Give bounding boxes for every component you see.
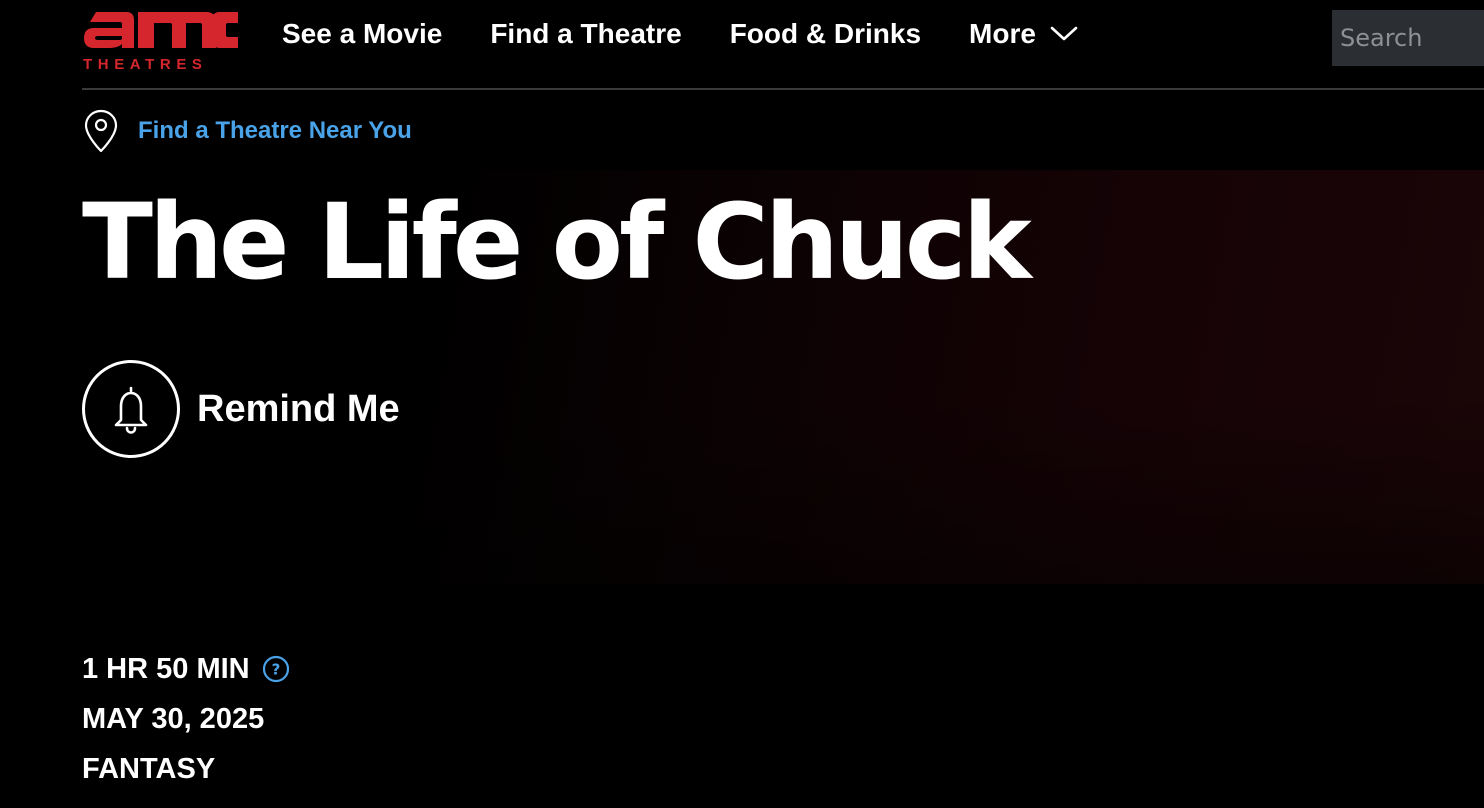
question-circle-icon[interactable]: ? (262, 655, 290, 683)
bell-icon (114, 386, 148, 434)
remind-me-label: Remind Me (197, 387, 400, 430)
header-divider (82, 88, 1484, 90)
nav-more[interactable]: More (969, 18, 1078, 50)
svg-text:?: ? (271, 661, 280, 679)
genre: FANTASY (82, 753, 216, 785)
amc-logo-mark (84, 12, 238, 48)
map-pin-icon (84, 109, 118, 153)
main-nav: See a Movie Find a Theatre Food & Drinks… (282, 14, 1126, 54)
movie-page: THEATRES See a Movie Find a Theatre Food… (0, 0, 1484, 808)
nav-item-label: Food & Drinks (729, 18, 922, 49)
chevron-down-icon (1050, 26, 1078, 41)
nav-item-label: Find a Theatre (490, 18, 682, 49)
nav-item-label: More (969, 18, 1036, 49)
runtime-line: 1 HR 50 MIN ? (82, 644, 290, 694)
remind-me-icon-circle (82, 360, 180, 458)
site-header: THEATRES See a Movie Find a Theatre Food… (0, 0, 1484, 89)
remind-me-button[interactable]: Remind Me (82, 360, 400, 458)
runtime-text: 1 HR 50 MIN (82, 653, 250, 685)
movie-title: The Life of Chuck (82, 181, 1032, 303)
search-input[interactable] (1332, 10, 1484, 66)
movie-details: 1 HR 50 MIN ? MAY 30, 2025 FANTASY (82, 644, 290, 794)
nav-find-a-theatre[interactable]: Find a Theatre (490, 18, 681, 50)
nav-see-a-movie[interactable]: See a Movie (282, 18, 442, 50)
nav-food-and-drinks[interactable]: Food & Drinks (730, 18, 921, 50)
nav-item-label: See a Movie (282, 18, 443, 49)
logo-theatres-text: THEATRES (83, 56, 208, 73)
release-date: MAY 30, 2025 (82, 703, 265, 735)
find-theatre-near-you-link[interactable]: Find a Theatre Near You (82, 108, 412, 154)
amc-logo[interactable]: THEATRES (82, 6, 242, 73)
location-link-label: Find a Theatre Near You (138, 117, 412, 144)
